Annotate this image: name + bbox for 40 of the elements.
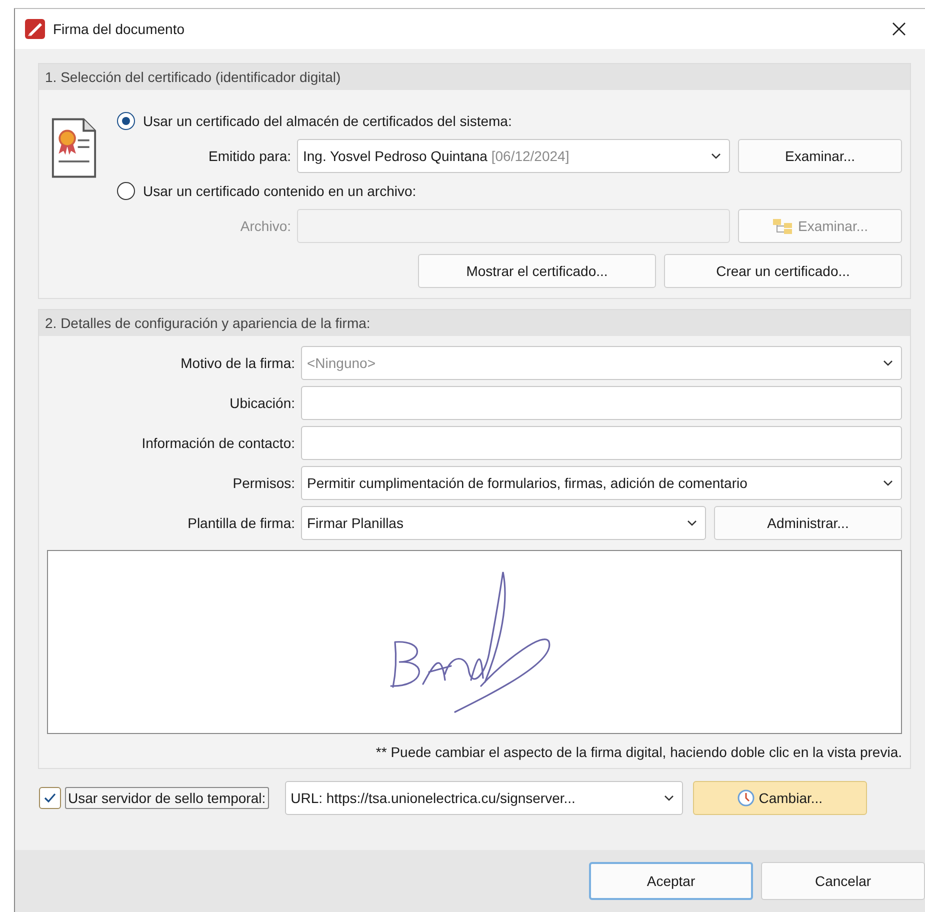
- caret-icon: [883, 480, 893, 486]
- checkmark-icon: [43, 792, 57, 804]
- field-label: Plantilla de firma:: [186, 515, 295, 531]
- hint-text: ** Puede cambiar el aspecto de la firma digital, haciendo doble clic en la vista previa.: [374, 743, 902, 760]
- certificate-button[interactable]: Mostrar el certificado...: [418, 254, 656, 288]
- dialog-button[interactable]: Aceptar: [589, 862, 753, 900]
- field-label: Información de contacto:: [140, 435, 295, 451]
- dropdown[interactable]: Firmar Planillas: [301, 506, 706, 540]
- text-field[interactable]: [301, 426, 902, 460]
- dropdown[interactable]: Permitir cumplimentación de formularios, firmas, adición de comentario: [301, 466, 902, 500]
- section-header: 2. Detalles de configuración y apariencia de la firma:: [39, 310, 910, 336]
- close-icon[interactable]: [891, 21, 907, 37]
- caret-icon: [664, 795, 674, 801]
- clock-icon: [736, 789, 755, 807]
- field-label: Ubicación:: [228, 395, 295, 411]
- field-label: Motivo de la firma:: [180, 355, 295, 371]
- checkbox-label[interactable]: Usar servidor de sello temporal:: [65, 787, 269, 809]
- radio-label[interactable]: Usar un certificado del almacén de certificados del sistema:: [143, 113, 512, 129]
- caret-icon: [711, 153, 721, 159]
- url-dropdown[interactable]: URL: https://tsa.unionelectrica.cu/signserver...: [284, 781, 683, 815]
- folder-tree-icon: [772, 217, 794, 235]
- certificate-icon: [51, 116, 97, 180]
- manage-button[interactable]: Administrar...: [714, 506, 902, 540]
- window-title: Firma del documento: [53, 21, 185, 37]
- checkbox[interactable]: [39, 787, 61, 809]
- field-label: Permisos:: [232, 475, 295, 491]
- app-logo-icon: [25, 19, 45, 39]
- file-field[interactable]: [297, 209, 730, 243]
- caret-icon: [883, 360, 893, 366]
- section-header: 1. Selección del certificado (identificador digital): [39, 64, 910, 90]
- change-button[interactable]: Cambiar...: [692, 781, 867, 815]
- caret-icon: [687, 520, 697, 526]
- certificate-dropdown[interactable]: Ing. Yosvel Pedroso Quintana [06/12/2024]: [297, 139, 730, 173]
- dialog-button[interactable]: Cancelar: [761, 862, 925, 900]
- certificate-button[interactable]: Crear un certificado...: [664, 254, 902, 288]
- text-field[interactable]: [301, 386, 902, 420]
- field-label: Emitido para:: [208, 148, 291, 164]
- browse-button[interactable]: Examinar...: [738, 139, 902, 173]
- field-label: Archivo:: [239, 218, 291, 234]
- radio-button[interactable]: [117, 112, 135, 130]
